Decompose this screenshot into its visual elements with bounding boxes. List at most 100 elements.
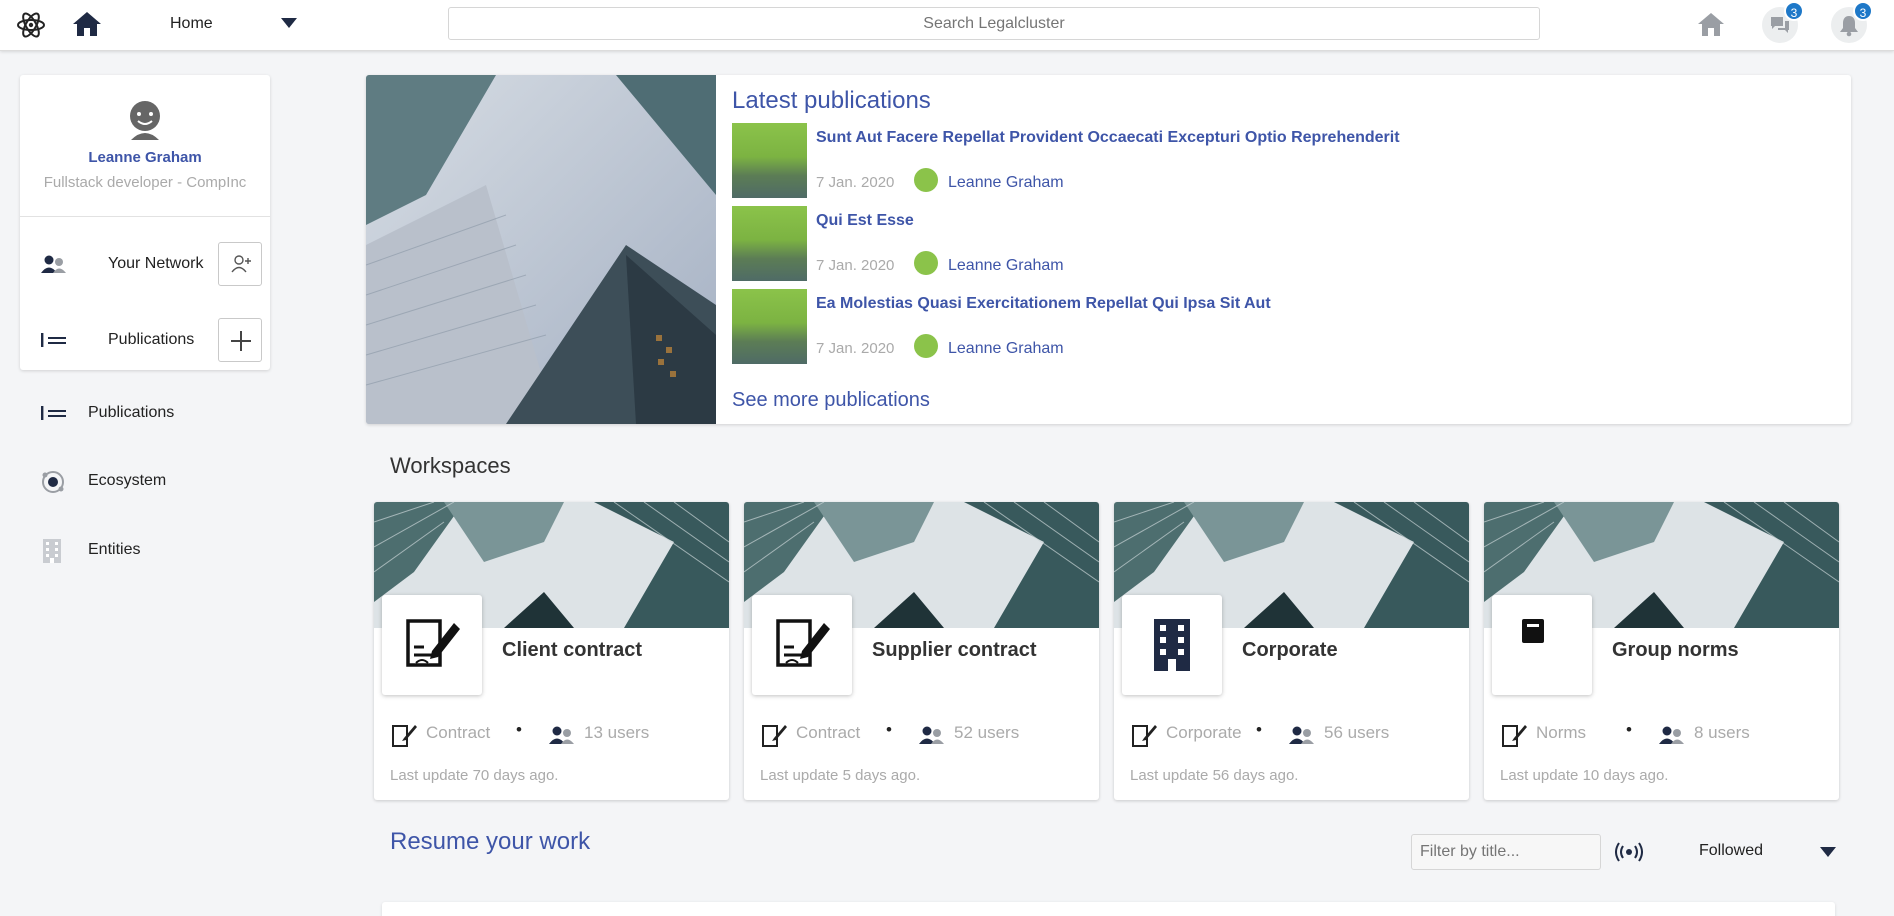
publication-item[interactable]: Sunt Aut Facere Repellat Provident Occae… bbox=[732, 123, 1832, 198]
workspace-users: 56 users bbox=[1324, 723, 1390, 742]
workspace-meta: Norms • 8 users bbox=[1500, 720, 1830, 747]
list-icon bbox=[41, 333, 66, 347]
notifications-button[interactable]: 3 bbox=[1831, 1, 1873, 43]
filter-by-title-input[interactable] bbox=[1411, 834, 1601, 870]
search-input[interactable] bbox=[448, 7, 1540, 40]
workspace-card[interactable]: Client contract Contract • 13 users Last upd… bbox=[374, 502, 729, 800]
workspace-category: Norms bbox=[1536, 723, 1587, 742]
workspace-users: 52 users bbox=[954, 723, 1020, 742]
people-icon bbox=[1659, 726, 1684, 744]
add-user-button[interactable] bbox=[218, 242, 262, 286]
home-outline-icon[interactable] bbox=[1697, 11, 1725, 37]
publication-thumbnail[interactable] bbox=[732, 123, 807, 198]
edit-document-icon bbox=[1132, 725, 1157, 747]
latest-publications-title: Latest publications bbox=[732, 87, 931, 114]
people-icon bbox=[919, 726, 944, 744]
top-bar: Home 3 3 bbox=[0, 0, 1894, 51]
author-avatar bbox=[914, 334, 938, 358]
publication-title[interactable]: Qui Est Esse bbox=[816, 212, 914, 230]
workspace-icon-box bbox=[752, 595, 852, 695]
people-icon bbox=[41, 255, 66, 273]
workspace-card[interactable]: Corporate Corporate • 56 users Last update 5… bbox=[1114, 502, 1469, 800]
workspace-category: Corporate bbox=[1166, 723, 1242, 742]
resume-your-work-title: Resume your work bbox=[390, 828, 591, 855]
workspace-last-update: Last update 56 days ago. bbox=[1130, 767, 1299, 784]
publication-thumbnail[interactable] bbox=[732, 289, 807, 364]
add-user-icon bbox=[231, 255, 251, 273]
chevron-down-icon[interactable] bbox=[1819, 846, 1837, 858]
workspaces-title: Workspaces bbox=[390, 453, 511, 478]
workspace-users: 8 users bbox=[1694, 723, 1750, 742]
avatar-icon[interactable] bbox=[127, 100, 163, 140]
workspace-name[interactable]: Client contract bbox=[502, 639, 642, 662]
contract-icon bbox=[776, 619, 830, 667]
notifications-badge: 3 bbox=[1853, 1, 1873, 21]
divider bbox=[20, 216, 270, 217]
workspace-users: 13 users bbox=[584, 723, 650, 742]
publication-date: 7 Jan. 2020 bbox=[816, 257, 895, 274]
sidebar-item-entities[interactable]: Entities bbox=[40, 536, 260, 564]
publication-title[interactable]: Ea Molestias Quasi Exercitationem Repell… bbox=[816, 295, 1271, 313]
see-more-publications-link[interactable]: See more publications bbox=[732, 389, 930, 412]
workspace-card[interactable]: Supplier contract Contract • 52 users Last u… bbox=[744, 502, 1099, 800]
workspace-last-update: Last update 10 days ago. bbox=[1500, 767, 1669, 784]
workspace-card[interactable]: Group norms Norms • 8 users Last update 10 d… bbox=[1484, 502, 1839, 800]
home-icon[interactable] bbox=[72, 11, 102, 37]
workspace-icon-box bbox=[382, 595, 482, 695]
sidebar-item-label: Ecosystem bbox=[88, 472, 167, 489]
workspace-last-update: Last update 5 days ago. bbox=[760, 767, 921, 784]
atom-logo-icon[interactable] bbox=[16, 12, 46, 38]
edit-document-icon bbox=[762, 725, 787, 747]
publication-item[interactable]: Qui Est Esse 7 Jan. 2020 Leanne Graham bbox=[732, 206, 1832, 281]
profile-role: Fullstack developer - CompInc bbox=[43, 174, 247, 191]
publication-author[interactable]: Leanne Graham bbox=[948, 257, 1064, 275]
publication-date: 7 Jan. 2020 bbox=[816, 340, 895, 357]
workspace-name[interactable]: Supplier contract bbox=[872, 639, 1036, 662]
profile-name[interactable]: Leanne Graham bbox=[20, 149, 270, 166]
add-publication-button[interactable] bbox=[218, 318, 262, 362]
edit-document-icon bbox=[392, 725, 417, 747]
author-avatar bbox=[914, 168, 938, 192]
sidebar-item-publications[interactable]: Publications bbox=[40, 399, 260, 427]
resume-work-panel bbox=[382, 902, 1835, 916]
profile-row-label: Your Network bbox=[108, 255, 204, 272]
separator-dot: • bbox=[886, 720, 892, 739]
publication-title[interactable]: Sunt Aut Facere Repellat Provident Occae… bbox=[816, 129, 1400, 147]
edit-document-icon bbox=[1502, 725, 1527, 747]
separator-dot: • bbox=[1256, 720, 1262, 739]
profile-row-publications[interactable]: Publications bbox=[40, 318, 265, 362]
sidebar-item-label: Entities bbox=[88, 541, 141, 558]
publication-author[interactable]: Leanne Graham bbox=[948, 174, 1064, 192]
people-icon bbox=[549, 726, 574, 744]
chevron-down-icon[interactable] bbox=[280, 17, 298, 29]
people-icon bbox=[1289, 726, 1314, 744]
followed-dropdown-value[interactable]: Followed bbox=[1699, 842, 1763, 860]
workspace-icon-box bbox=[1122, 595, 1222, 695]
workspace-name[interactable]: Group norms bbox=[1612, 639, 1739, 662]
workspace-icon-box bbox=[1492, 595, 1592, 695]
building-icon bbox=[43, 539, 61, 563]
workspace-name[interactable]: Corporate bbox=[1242, 639, 1338, 662]
skyscraper-hero-image bbox=[366, 75, 716, 424]
workspace-last-update: Last update 70 days ago. bbox=[390, 767, 559, 784]
publication-item[interactable]: Ea Molestias Quasi Exercitationem Repell… bbox=[732, 289, 1832, 364]
publication-thumbnail[interactable] bbox=[732, 206, 807, 281]
book-icon bbox=[1522, 619, 1544, 643]
broadcast-icon[interactable] bbox=[1615, 842, 1643, 862]
separator-dot: • bbox=[1626, 720, 1632, 739]
workspace-category: Contract bbox=[426, 723, 491, 742]
contract-icon bbox=[406, 619, 460, 667]
messages-button[interactable]: 3 bbox=[1762, 1, 1804, 43]
workspace-meta: Contract • 52 users bbox=[760, 720, 1090, 747]
list-icon bbox=[41, 406, 66, 420]
workspace-meta: Corporate • 56 users bbox=[1130, 720, 1460, 747]
separator-dot: • bbox=[516, 720, 522, 739]
profile-card: Leanne Graham Fullstack developer - Comp… bbox=[20, 75, 270, 370]
publication-author[interactable]: Leanne Graham bbox=[948, 340, 1064, 358]
sidebar-item-ecosystem[interactable]: Ecosystem bbox=[40, 467, 260, 495]
nav-select-value[interactable]: Home bbox=[170, 15, 213, 33]
latest-publications-card: Latest publications Sunt Aut Facere Repe… bbox=[366, 75, 1851, 424]
workspace-category: Contract bbox=[796, 723, 861, 742]
profile-row-network[interactable]: Your Network bbox=[40, 242, 265, 286]
building-icon bbox=[1154, 619, 1190, 671]
